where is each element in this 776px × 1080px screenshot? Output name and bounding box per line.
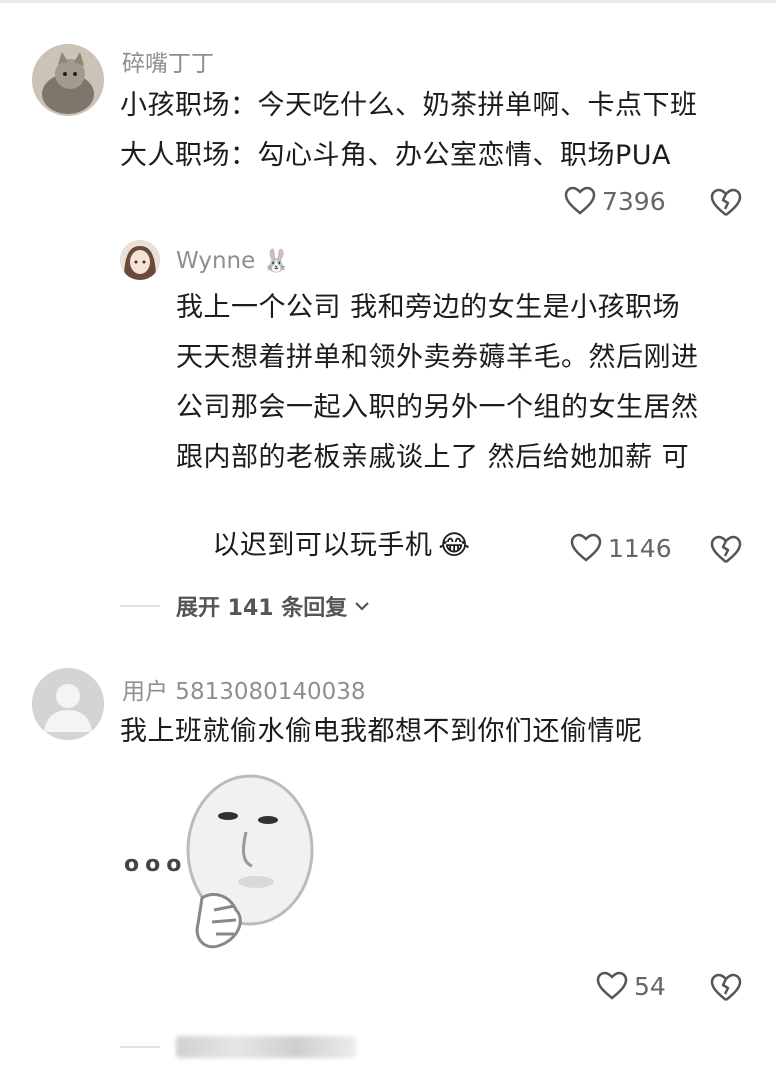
expand-replies-button[interactable]: 展开 141 条回复: [120, 590, 371, 622]
broken-heart-icon: [710, 188, 742, 216]
dislike-button[interactable]: [710, 188, 742, 222]
reply-avatar[interactable]: [120, 240, 160, 280]
avatar-cat-icon: [32, 44, 104, 116]
top-divider: [0, 0, 776, 3]
comment2-like-button[interactable]: 54: [596, 971, 666, 1001]
username[interactable]: 用户 5813080140038: [122, 672, 366, 706]
rabbit-emoji: 🐰: [262, 249, 290, 274]
comment-text-line-1: 小孩职场：今天吃什么、奶茶拼单啊、卡点下班: [120, 90, 698, 121]
avatar[interactable]: [32, 44, 104, 116]
broken-heart-icon: [710, 973, 742, 1001]
comment-text-line-2: 大人职场：勾心斗角、办公室恋情、职场PUA: [120, 140, 672, 171]
bottom-dash: [120, 1046, 160, 1048]
like-count: 7396: [602, 186, 666, 216]
laughing-crying-emoji: 😂: [438, 530, 471, 561]
heart-icon: [570, 533, 602, 562]
username[interactable]: 碎嘴丁丁: [122, 44, 214, 78]
meme-sticker[interactable]: ooo: [118, 770, 322, 966]
reply-username-text: Wynne: [176, 248, 256, 274]
heart-icon: [564, 186, 596, 215]
reply-like-count: 1146: [608, 533, 672, 563]
sticker-dots: ooo: [124, 852, 188, 877]
comment2-like-count: 54: [634, 971, 666, 1001]
reply-line-3: 公司那会一起入职的另外一个组的女生居然: [176, 392, 699, 423]
expand-replies-label: 展开 141 条回复: [176, 596, 348, 621]
bottom-blurred-row: [120, 1034, 360, 1060]
comment-text: 我上班就偷水偷电我都想不到你们还偷情呢: [120, 716, 643, 747]
default-avatar[interactable]: [32, 668, 104, 740]
heart-icon: [596, 971, 628, 1000]
reply-username[interactable]: Wynne 🐰: [176, 248, 290, 274]
comment2-dislike-button[interactable]: [710, 973, 742, 1007]
reply-line-5-text: 以迟到可以玩手机: [212, 530, 433, 561]
broken-heart-icon: [710, 535, 742, 563]
like-button[interactable]: 7396: [564, 186, 666, 216]
reply-like-button[interactable]: 1146: [570, 533, 672, 563]
reply-dislike-button[interactable]: [710, 535, 742, 569]
chevron-down-icon: [355, 602, 370, 611]
avatar-anime-girl-icon: [120, 240, 160, 280]
reply-line-2: 天天想着拼单和领外卖券薅羊毛。然后刚进: [176, 342, 699, 373]
reply-line-1: 我上一个公司 我和旁边的女生是小孩职场: [176, 292, 681, 323]
expand-dash: [120, 605, 160, 607]
default-user-icon: [32, 668, 104, 740]
blurred-text: [176, 1036, 356, 1058]
reply-line-4: 跟内部的老板亲戚谈上了 然后给她加薪 可: [176, 442, 690, 473]
